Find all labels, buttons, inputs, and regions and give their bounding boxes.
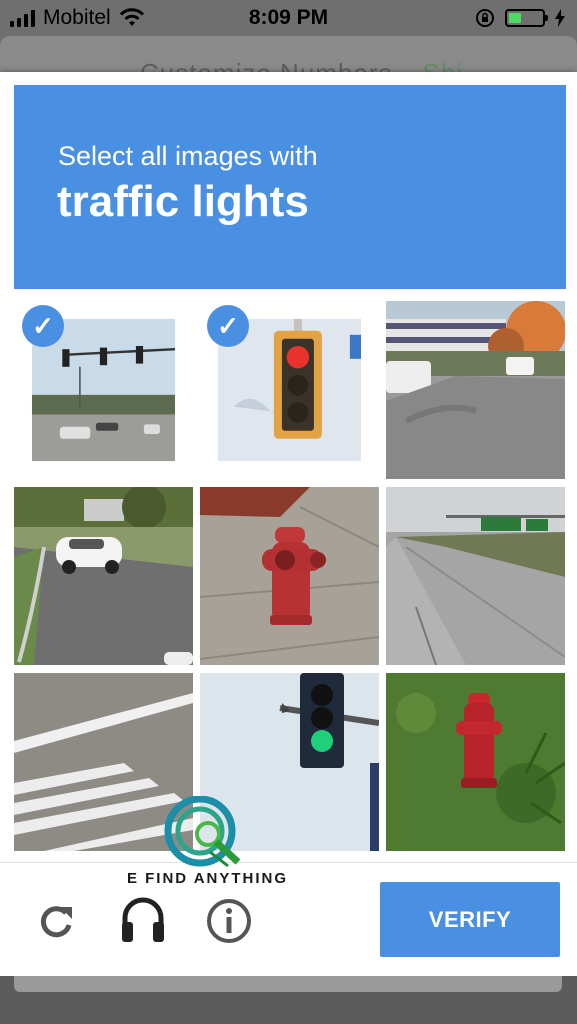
rotation-lock-icon <box>476 9 494 27</box>
watermark-text: E FIND ANYTHING <box>126 870 289 887</box>
reload-button[interactable] <box>33 898 79 944</box>
background-bottom-bar <box>14 976 562 992</box>
tile-image-fire-hydrant-sidewalk <box>200 487 379 665</box>
tile-image-fire-hydrant-grass <box>386 673 565 851</box>
reload-icon <box>40 906 72 938</box>
captcha-tile-9[interactable] <box>386 673 565 851</box>
selected-check-icon-2: ✓ <box>207 305 249 347</box>
captcha-header: Select all images with traffic lights <box>14 85 566 289</box>
battery-icon <box>505 9 548 27</box>
watermark-logo: E FIND ANYTHING <box>110 795 305 896</box>
captcha-prompt: Select all images with <box>58 141 318 171</box>
info-button[interactable] <box>204 896 254 946</box>
verify-button[interactable]: VERIFY <box>380 882 560 957</box>
audio-challenge-button[interactable] <box>116 892 170 946</box>
captcha-tile-3[interactable] <box>386 301 565 479</box>
status-bar: Mobitel 8:09 PM <box>0 0 577 36</box>
tile-image-parking-road <box>386 301 565 479</box>
magnifier-logo-icon <box>164 795 241 868</box>
charging-icon <box>555 9 565 27</box>
tile-image-white-car <box>14 487 193 665</box>
captcha-tile-4[interactable] <box>14 487 193 665</box>
captcha-tile-5[interactable] <box>200 487 379 665</box>
captcha-tile-6[interactable] <box>386 487 565 665</box>
selected-check-icon-1: ✓ <box>22 305 64 347</box>
info-icon <box>207 899 251 943</box>
captcha-modal: Select all images with traffic lights ✓ <box>0 72 577 976</box>
status-right <box>475 8 565 28</box>
captcha-target: traffic lights <box>57 177 309 226</box>
headphones-icon <box>122 897 164 942</box>
tile-image-highway <box>386 487 565 665</box>
